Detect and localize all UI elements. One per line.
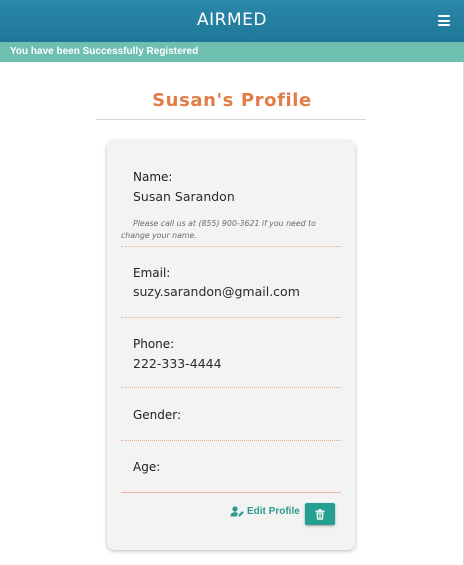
- phone-label: Phone:: [133, 337, 175, 351]
- age-label: Age:: [133, 460, 161, 474]
- field-divider: [121, 440, 341, 441]
- field-divider: [121, 246, 341, 247]
- delete-profile-button[interactable]: [305, 503, 335, 525]
- name-value: Susan Sarandon: [133, 189, 235, 204]
- field-divider: [121, 317, 341, 318]
- success-alert: You have been Successfully Registered: [0, 42, 464, 62]
- field-divider: [121, 387, 341, 388]
- phone-value: 222-333-4444: [133, 356, 222, 371]
- title-divider: [96, 119, 366, 120]
- top-navbar: AIRMED: [0, 0, 464, 42]
- name-label: Name:: [133, 170, 173, 184]
- email-value: suzy.sarandon@gmail.com: [133, 284, 300, 299]
- edit-profile-label: Edit Profile: [247, 506, 300, 517]
- profile-page: AIRMED You have been Successfully Regist…: [0, 0, 464, 565]
- hamburger-menu-icon[interactable]: [438, 15, 450, 26]
- page-title: Susan's Profile: [152, 90, 312, 111]
- app-title: AIRMED: [197, 10, 267, 30]
- profile-card: Name: Susan Sarandon Please call us at (…: [107, 141, 355, 550]
- trash-icon: [315, 508, 325, 520]
- edit-profile-button[interactable]: Edit Profile: [230, 506, 300, 517]
- name-change-note: Please call us at (855) 900-3621 if you …: [121, 219, 316, 240]
- email-label: Email:: [133, 266, 171, 280]
- field-divider: [121, 492, 341, 493]
- gender-label: Gender:: [133, 408, 182, 422]
- alert-message: You have been Successfully Registered: [10, 46, 199, 57]
- user-edit-icon: [230, 506, 244, 517]
